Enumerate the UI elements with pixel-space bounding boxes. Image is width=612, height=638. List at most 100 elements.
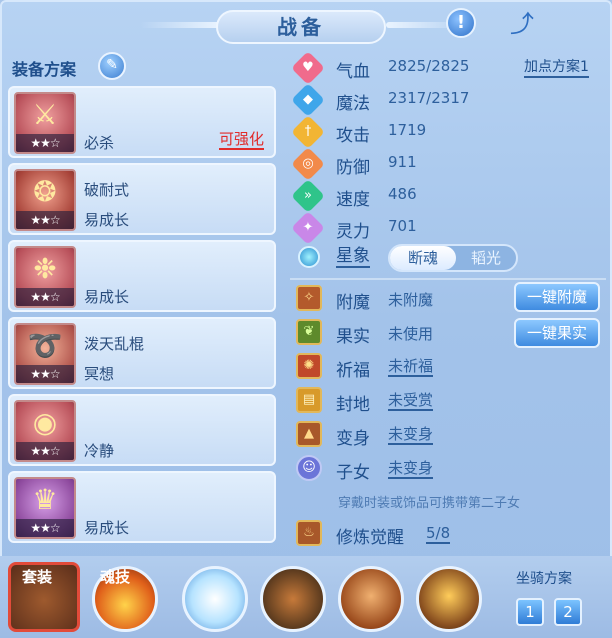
misc-value[interactable]: 未变身: [388, 425, 434, 445]
attribute-stats: ♥ 气血 2825/2825 ◆ 魔法 2317/2317 † 攻击 1719 …: [291, 51, 606, 245]
divider: [290, 278, 606, 280]
equipment-slot-3[interactable]: ❉ ★★☆ 易成长: [8, 240, 276, 312]
title-ornament-left: [140, 22, 220, 28]
necklace-icon: ❉ ★★☆: [14, 246, 76, 308]
equipment-scheme-label: 装备方案: [12, 60, 77, 79]
mana-icon: ◆: [291, 83, 325, 117]
heart-icon: ♥: [291, 51, 325, 85]
equip-glyph: ➰: [27, 329, 63, 362]
stat-value: 486: [388, 185, 417, 203]
enhance-link[interactable]: 可强化: [218, 130, 264, 150]
boots-icon: ♛ ★★☆: [14, 477, 76, 539]
star-option-taoguang[interactable]: 韬光: [456, 246, 516, 270]
stat-label: 灵力: [336, 222, 370, 242]
blessing-icon: ✺: [296, 353, 322, 379]
share-button[interactable]: ⤴: [505, 10, 539, 40]
speed-icon: »: [291, 179, 325, 213]
star-sign-label[interactable]: 星象: [336, 246, 370, 268]
equipment-list: ⚔ ★★☆ 必杀 可强化 ❂ ★★☆ 破耐式 易成长 ❉ ★★☆ 易成长 ➰ ★…: [8, 86, 276, 548]
star-rating: ★★☆: [16, 288, 74, 306]
misc-label: 封地: [336, 395, 370, 415]
attack-icon: †: [291, 115, 325, 149]
awaken-value[interactable]: 5/8: [426, 524, 451, 544]
misc-label: 附魔: [336, 293, 370, 313]
equipment-trait: 易成长: [84, 519, 130, 537]
set-label: 套装: [22, 568, 53, 586]
transform-icon: ▲: [296, 421, 322, 447]
stat-hp: ♥ 气血 2825/2825: [291, 51, 606, 85]
awaken-label: 修炼觉醒: [336, 528, 404, 548]
awaken-row: ♨ 修炼觉醒 5/8: [296, 518, 606, 550]
shield-icon: ◎: [291, 147, 325, 181]
star-option-duanhun[interactable]: 断魂: [390, 246, 456, 270]
equipment-trait: 易成长: [84, 211, 130, 229]
mount-scheme-2-button[interactable]: 2: [554, 598, 582, 626]
equip-glyph: ❉: [33, 252, 57, 285]
equipment-trait: 冷静: [84, 442, 115, 460]
enhancement-list: ✧ 附魔 未附魔 ❦ 果实 未使用 ✺ 祈福 未祈福 ▤ 封地 未受赏 ▲ 变身…: [296, 282, 606, 486]
equip-glyph: ❂: [33, 175, 57, 208]
auto-fruit-button[interactable]: 一键果实: [514, 318, 600, 348]
stat-value: 701: [388, 217, 417, 235]
page-title: 战备: [216, 10, 386, 44]
equipment-slot-1[interactable]: ⚔ ★★☆ 必杀 可强化: [8, 86, 276, 158]
equipment-name: 破耐式: [84, 181, 130, 199]
spirit-icon: ✦: [291, 211, 325, 245]
awaken-icon: ♨: [296, 520, 322, 546]
stat-label: 魔法: [336, 94, 370, 114]
armor-icon: ❂ ★★☆: [14, 169, 76, 231]
child-row: ☺ 子女 未变身: [296, 452, 606, 486]
fruit-icon: ❦: [296, 319, 322, 345]
misc-value[interactable]: 未变身: [388, 459, 434, 479]
stat-spirit: ✦ 灵力 701: [291, 211, 606, 245]
misc-value[interactable]: 未受赏: [388, 391, 434, 411]
stat-label: 防御: [336, 158, 370, 178]
misc-value[interactable]: 未祈福: [388, 357, 434, 377]
skill-warrior-icon[interactable]: [260, 566, 326, 632]
equipment-name: 泼天乱棍: [84, 335, 145, 353]
stat-value: 1719: [388, 121, 427, 139]
mount-scheme-1-button[interactable]: 1: [516, 598, 544, 626]
stat-value: 911: [388, 153, 417, 171]
auto-enchant-button[interactable]: 一键附魔: [514, 282, 600, 312]
blessing-row: ✺ 祈福 未祈福: [296, 350, 606, 384]
skill-slash-icon[interactable]: [338, 566, 404, 632]
sword-icon: ⚔ ★★☆: [14, 92, 76, 154]
stat-speed: » 速度 486: [291, 179, 606, 213]
equipment-slot-2[interactable]: ❂ ★★☆ 破耐式 易成长: [8, 163, 276, 235]
equipment-slot-4[interactable]: ➰ ★★☆ 泼天乱棍 冥想: [8, 317, 276, 389]
mount-scheme-label: 坐骑方案: [516, 571, 572, 587]
star-sign-row: 星象 断魂 韬光: [296, 242, 606, 272]
stat-value: 2317/2317: [388, 89, 470, 107]
misc-label: 果实: [336, 327, 370, 347]
stat-mp: ◆ 魔法 2317/2317: [291, 83, 606, 117]
stat-value: 2825/2825: [388, 57, 470, 75]
equip-glyph: ⚔: [32, 98, 58, 131]
enchant-icon: ✧: [296, 285, 322, 311]
equipment-trait: 冥想: [84, 365, 115, 383]
misc-value: 未附魔: [388, 291, 434, 309]
equipment-slot-5[interactable]: ◉ ★★☆ 冷静: [8, 394, 276, 466]
share-icon: ⤴: [510, 10, 534, 38]
exclamation-icon: !: [456, 12, 466, 33]
star-rating: ★★☆: [16, 519, 74, 537]
skill-strike-icon[interactable]: [416, 566, 482, 632]
misc-label: 变身: [336, 429, 370, 449]
chain-icon: ➰ ★★☆: [14, 323, 76, 385]
equipment-slot-6[interactable]: ♛ ★★☆ 易成长: [8, 471, 276, 543]
star-rating: ★★☆: [16, 211, 74, 229]
misc-label: 子女: [336, 463, 370, 483]
star-rating: ★★☆: [16, 365, 74, 383]
belt-icon: ◉ ★★☆: [14, 400, 76, 462]
stat-attack: † 攻击 1719: [291, 115, 606, 149]
help-button[interactable]: !: [446, 8, 476, 38]
equip-glyph: ♛: [32, 483, 58, 516]
transform-row: ▲ 变身 未变身: [296, 418, 606, 452]
stat-label: 速度: [336, 190, 370, 210]
skill-fist-icon[interactable]: [182, 566, 248, 632]
fief-row: ▤ 封地 未受赏: [296, 384, 606, 418]
star-rating: ★★☆: [16, 442, 74, 460]
edit-scheme-button[interactable]: ✎: [98, 52, 126, 80]
equipment-trait: 易成长: [84, 288, 130, 306]
fief-icon: ▤: [296, 387, 322, 413]
